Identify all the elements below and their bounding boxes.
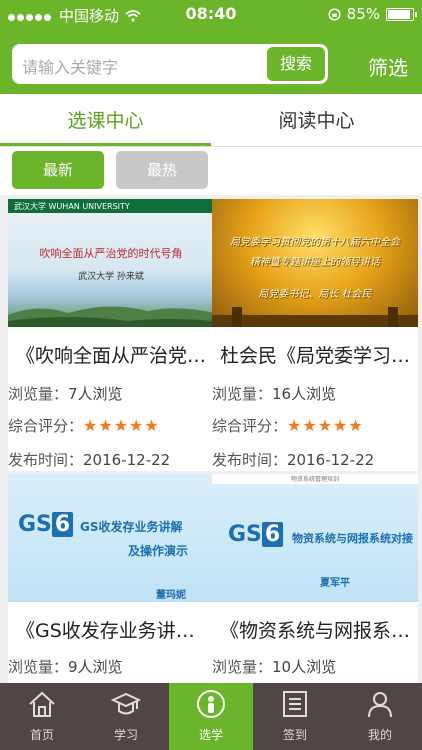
nav-study[interactable]: 学习 <box>84 683 168 750</box>
nav-checkin[interactable]: 签到 <box>253 683 337 750</box>
graduation-cap-icon <box>111 692 141 715</box>
rating-stars: ★★★★★ <box>287 416 364 435</box>
home-icon <box>29 691 55 717</box>
course-card[interactable]: 武汉大学 WUHAN UNIVERSITY 吹响全面从严治党的时代号角 武汉大学… <box>8 199 214 471</box>
gs6-logo: GS 6 <box>228 522 284 547</box>
course-title: 杜会民《局党委学习贯彻党的十八届六中全会》 <box>220 345 412 367</box>
course-card[interactable]: GS6 GS收发存业务讲解 及操作演示 董玛妮 《GS收发存业务讲解及操作演示》… <box>8 474 214 683</box>
view-count: 16人浏览 <box>272 385 337 403</box>
battery-percent: 85% <box>346 5 380 23</box>
gs6-logo: GS 6 <box>18 512 74 537</box>
tab-course-center[interactable]: 选课中心 <box>0 94 211 146</box>
university-logo: 武汉大学 WUHAN UNIVERSITY <box>14 202 130 211</box>
course-title: 《GS收发存业务讲解及操作演示》 <box>16 620 208 642</box>
course-title: 《物资系统与网报系统对接》 <box>220 620 412 642</box>
nav-mine[interactable]: 我的 <box>338 683 422 750</box>
course-title: 《吹响全面从严治党的时代号角》 <box>16 345 208 367</box>
course-thumbnail: 物资系统管理培训 GS 6 物资系统与网报系统对接 夏军平 <box>212 474 418 602</box>
battery-icon <box>386 7 417 21</box>
publish-date: 2016-12-22 <box>287 451 375 469</box>
nav-home[interactable]: 首页 <box>0 683 84 750</box>
search-bar: 请输入关键字 搜索 <box>12 44 328 84</box>
search-button[interactable]: 搜索 <box>267 47 325 81</box>
sort-bar: 最新 最热 <box>0 147 422 195</box>
publish-date: 2016-12-22 <box>83 451 171 469</box>
course-thumbnail: 武汉大学 WUHAN UNIVERSITY 吹响全面从严治党的时代号角 武汉大学… <box>8 199 214 327</box>
nav-elective[interactable]: 选学 <box>169 683 253 750</box>
user-icon <box>368 692 392 718</box>
search-input[interactable]: 请输入关键字 <box>22 54 118 78</box>
thumb-headline: 吹响全面从严治党的时代号角 <box>39 247 183 260</box>
sort-hottest-button[interactable]: 最热 <box>116 151 208 189</box>
sort-newest-button[interactable]: 最新 <box>12 151 104 189</box>
bottom-nav: 首页 学习 选学 签到 我的 <box>0 683 422 750</box>
person-icon <box>197 690 225 718</box>
tab-bar: 选课中心 阅读中心 <box>0 94 422 147</box>
course-card[interactable]: 物资系统管理培训 GS6 物资系统与网报系统对接 夏军平 《物资系统与网报系统对… <box>212 474 418 683</box>
course-card[interactable]: 局党委学习贯彻党的第十八届六中全会 精神暨专题讲座上的领导讲话 局党委书记、局长… <box>212 199 418 471</box>
course-thumbnail: GS 6 GS收发存业务讲解 及操作演示 董玛妮 <box>8 474 214 602</box>
filter-button[interactable]: 筛选 <box>368 52 408 81</box>
view-count: 9人浏览 <box>68 658 123 676</box>
view-count: 7人浏览 <box>68 385 123 403</box>
course-thumbnail: 局党委学习贯彻党的第十八届六中全会 精神暨专题讲座上的领导讲话 局党委书记、局长… <box>212 199 418 327</box>
rating-stars: ★★★★★ <box>83 416 160 435</box>
tab-reading-center[interactable]: 阅读中心 <box>211 94 422 146</box>
rotation-lock-icon <box>328 7 341 21</box>
view-count: 10人浏览 <box>272 658 337 676</box>
checklist-icon <box>283 691 307 717</box>
header: 请输入关键字 搜索 筛选 <box>0 28 422 94</box>
thumb-author: 武汉大学 孙来斌 <box>78 272 144 282</box>
status-bar: 中国移动 08:40 85% <box>0 0 422 28</box>
